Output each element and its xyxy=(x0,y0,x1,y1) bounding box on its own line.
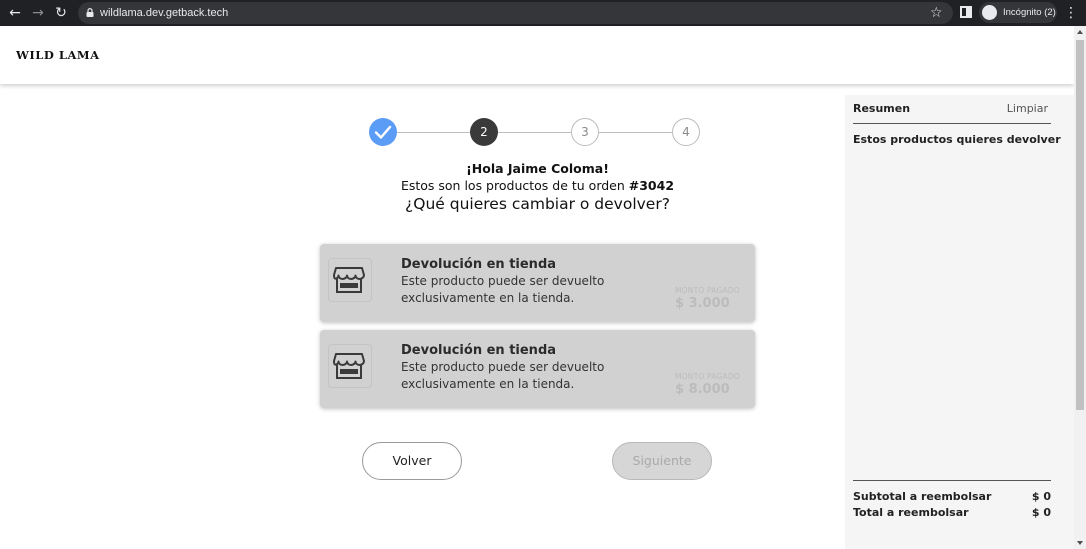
amount-paid-label: MONTO PAGADO xyxy=(675,372,740,381)
brand-logo[interactable]: WILD LAMA xyxy=(16,48,100,62)
stepper-connector xyxy=(599,132,672,133)
reload-icon[interactable]: ↻ xyxy=(51,3,71,23)
total-value: $ 0 xyxy=(1031,506,1051,519)
product-card[interactable]: Devolución en tienda Este producto puede… xyxy=(320,244,755,322)
store-icon xyxy=(333,267,365,293)
amount-paid-value: $ 3.000 xyxy=(675,296,730,311)
incognito-label: Incógnito (2) xyxy=(1003,7,1056,18)
product-status-description: Este producto puede ser devuelto exclusi… xyxy=(401,274,605,305)
browser-toolbar: ← → ↻ wildlama.dev.getback.tech ☆ Incógn… xyxy=(0,0,1086,26)
subtotal-value: $ 0 xyxy=(1031,490,1051,503)
summary-divider xyxy=(853,480,1051,481)
scroll-down-arrow-icon[interactable] xyxy=(1077,541,1083,545)
checkmark-icon xyxy=(374,125,392,139)
greeting: ¡Hola Jaime Coloma! xyxy=(466,161,609,176)
product-status-description: Este producto puede ser devuelto exclusi… xyxy=(401,360,605,391)
page: WILD LAMA 2 3 4 ¡Hola Jaime Coloma! Esto… xyxy=(0,26,1074,549)
step-4: 4 xyxy=(672,118,700,146)
step-1-complete xyxy=(369,118,397,146)
bookmark-star-icon[interactable]: ☆ xyxy=(930,3,943,23)
summary-subtitle: Estos productos quieres devolver xyxy=(853,133,1061,146)
total-row: Total a reembolsar $ 0 xyxy=(853,506,1051,519)
stepper-connector xyxy=(498,132,571,133)
scrollbar-thumb[interactable] xyxy=(1076,40,1084,410)
order-text: Estos son los productos de tu orden xyxy=(400,178,625,193)
incognito-icon xyxy=(982,5,997,20)
subtotal-row: Subtotal a reembolsar $ 0 xyxy=(853,490,1051,503)
incognito-badge[interactable]: Incógnito (2) xyxy=(979,2,1057,23)
address-bar[interactable]: wildlama.dev.getback.tech xyxy=(78,2,953,24)
question-heading: ¿Qué quieres cambiar o devolver? xyxy=(405,195,670,213)
next-button[interactable]: Siguiente xyxy=(612,442,712,480)
product-status-title: Devolución en tienda xyxy=(401,257,557,272)
step-3: 3 xyxy=(571,118,599,146)
side-panel-icon[interactable] xyxy=(960,6,972,18)
order-number: #3042 xyxy=(628,178,675,193)
total-label: Total a reembolsar xyxy=(853,506,969,519)
forward-arrow-icon[interactable]: → xyxy=(28,3,48,23)
order-line: Estos son los productos de tu orden #304… xyxy=(330,178,745,193)
url-text: wildlama.dev.getback.tech xyxy=(100,7,229,19)
back-button[interactable]: Volver xyxy=(362,442,462,480)
clear-link[interactable]: Limpiar xyxy=(1007,102,1048,115)
amount-paid-value: $ 8.000 xyxy=(675,382,730,397)
summary-title: Resumen xyxy=(853,102,911,115)
subtotal-label: Subtotal a reembolsar xyxy=(853,490,992,503)
page-scrollbar[interactable] xyxy=(1074,26,1086,549)
summary-divider xyxy=(853,123,1051,124)
summary-panel: Resumen Limpiar Estos productos quieres … xyxy=(845,95,1074,549)
lock-icon xyxy=(86,8,94,17)
scroll-up-arrow-icon[interactable] xyxy=(1077,30,1083,34)
step-2-current: 2 xyxy=(470,118,498,146)
back-arrow-icon[interactable]: ← xyxy=(5,3,25,23)
product-card[interactable]: Devolución en tienda Este producto puede… xyxy=(320,330,755,408)
store-icon xyxy=(333,353,365,379)
stepper-connector xyxy=(397,132,470,133)
site-header: WILD LAMA xyxy=(0,26,1074,84)
amount-paid-label: MONTO PAGADO xyxy=(675,286,740,295)
menu-kebab-icon[interactable]: ⋮ xyxy=(1064,3,1078,23)
product-status-title: Devolución en tienda xyxy=(401,343,557,358)
